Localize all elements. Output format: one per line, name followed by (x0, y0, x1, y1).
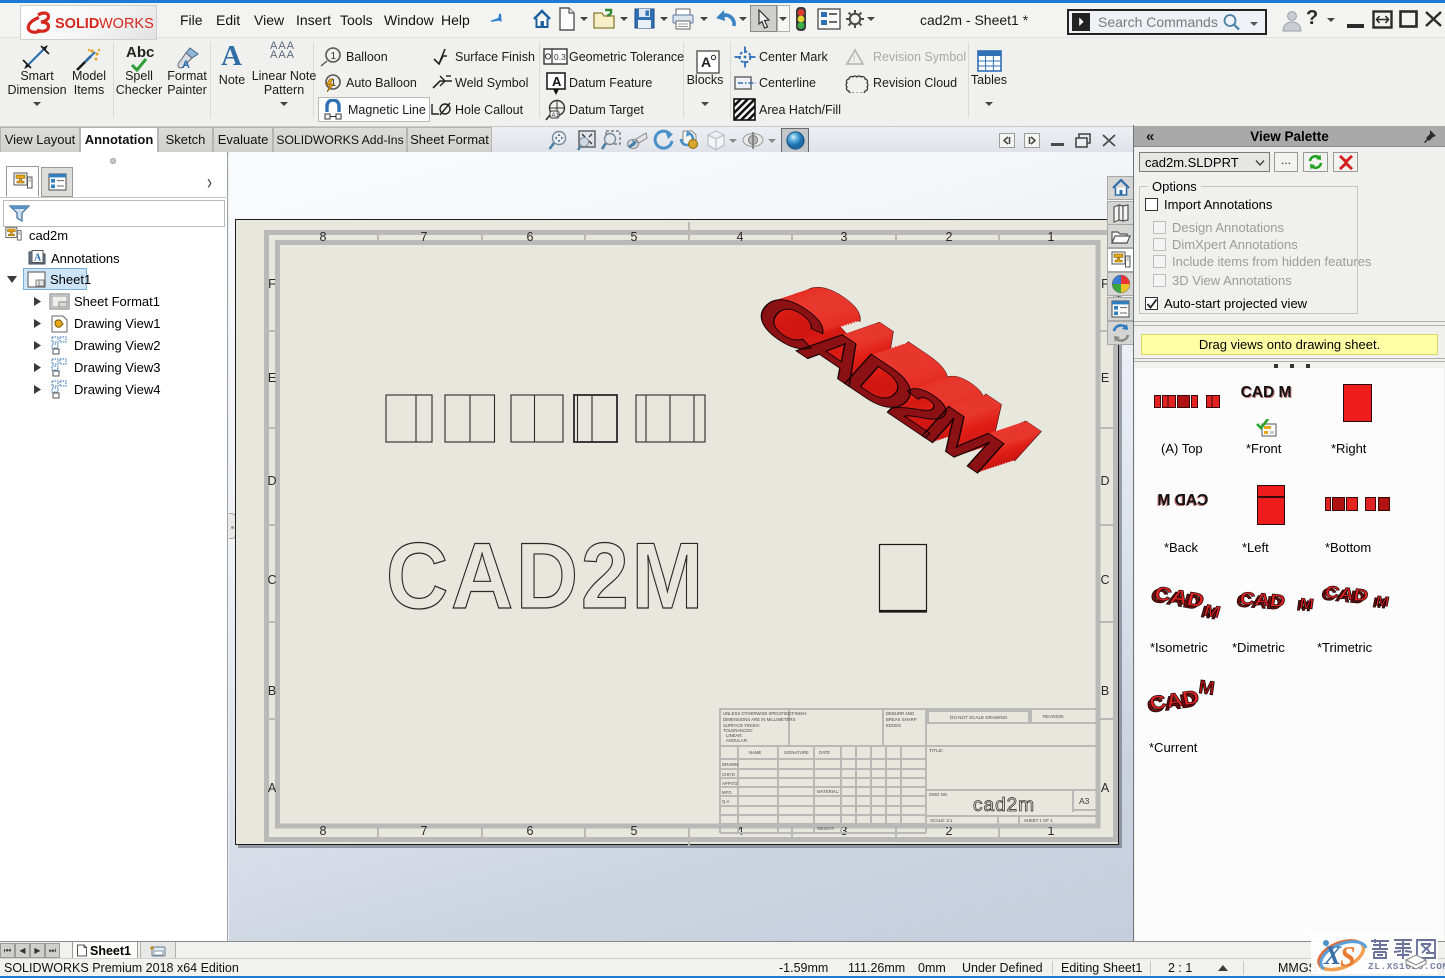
svg-text:A: A (701, 54, 711, 70)
svg-text:DO NOT SCALE DRAWING: DO NOT SCALE DRAWING (950, 715, 1008, 720)
svg-text:A3: A3 (1079, 796, 1090, 806)
svg-text:M: M (1197, 677, 1216, 700)
svg-text:DWG NO.: DWG NO. (929, 792, 948, 797)
svg-text:DEBURR AND: DEBURR AND (886, 711, 914, 716)
svg-text:0.3: 0.3 (554, 52, 566, 62)
svg-text:3: 3 (841, 230, 848, 244)
svg-text:FINISH:: FINISH: (792, 711, 807, 716)
svg-text:B: B (268, 684, 276, 698)
svg-text:CHK'D: CHK'D (722, 772, 735, 777)
svg-text:6: 6 (527, 824, 534, 838)
svg-text:MFG: MFG (722, 790, 732, 795)
svg-text:1: 1 (1048, 230, 1055, 244)
svg-text:D: D (1100, 474, 1109, 488)
svg-text:E: E (1101, 371, 1109, 385)
svg-text:DRAWN: DRAWN (722, 762, 738, 767)
svg-text:A: A (268, 781, 277, 795)
svg-text:TITLE:: TITLE: (929, 748, 943, 754)
svg-text:!: ! (853, 54, 856, 64)
svg-text:SIGNATURE: SIGNATURE (784, 750, 809, 755)
svg-text:MATERIAL:: MATERIAL: (817, 789, 839, 794)
svg-text:SCALE: 2:1: SCALE: 2:1 (930, 818, 953, 823)
svg-text:8: 8 (320, 824, 327, 838)
svg-text:5: 5 (631, 230, 638, 244)
svg-text:1: 1 (331, 51, 337, 62)
svg-text:WEIGHT:: WEIGHT: (817, 826, 835, 831)
svg-text:A: A (34, 253, 42, 264)
svg-text:B: B (1101, 684, 1109, 698)
svg-text:cad2m: cad2m (973, 795, 1035, 816)
svg-text:8: 8 (320, 230, 327, 244)
svg-text:Q.A: Q.A (722, 799, 730, 804)
svg-text:A: A (1101, 781, 1110, 795)
svg-text:CAD: CAD (1152, 582, 1207, 612)
svg-text:D: D (267, 474, 276, 488)
svg-text:M: M (1298, 596, 1314, 612)
svg-text:NAME: NAME (749, 750, 762, 755)
svg-text:S: S (1340, 942, 1356, 973)
svg-text:REVISION: REVISION (1043, 714, 1064, 719)
svg-text:CAD2M: CAD2M (386, 523, 706, 628)
svg-text:SHEET 1 OF 1: SHEET 1 OF 1 (1024, 818, 1053, 823)
svg-text:C: C (1100, 573, 1109, 587)
svg-text:APPV'D: APPV'D (722, 781, 737, 786)
svg-text:C: C (267, 573, 276, 587)
svg-text:5: 5 (631, 824, 638, 838)
svg-text:E: E (268, 371, 276, 385)
svg-text:7: 7 (421, 824, 428, 838)
svg-text:WORKS: WORKS (99, 16, 153, 32)
svg-text:7: 7 (421, 230, 428, 244)
svg-text:DATE: DATE (819, 750, 830, 755)
svg-text:SOLID: SOLID (55, 16, 99, 32)
svg-text:F: F (268, 277, 276, 291)
svg-text:6: 6 (527, 230, 534, 244)
svg-text:EDGES: EDGES (886, 723, 901, 728)
svg-text:2: 2 (946, 230, 953, 244)
svg-text:M: M (1374, 594, 1390, 610)
svg-text:DIMENSIONS ARE IN MILLIMETERS: DIMENSIONS ARE IN MILLIMETERS (723, 717, 795, 722)
svg-text:4: 4 (737, 230, 744, 244)
svg-text:UNLESS OTHERWISE SPECIFIED:: UNLESS OTHERWISE SPECIFIED: (723, 711, 792, 716)
svg-text:A: A (552, 74, 562, 89)
svg-text:A1: A1 (552, 113, 560, 119)
svg-text:BREAK SHARP: BREAK SHARP (886, 717, 917, 722)
svg-text:CAD: CAD (1238, 589, 1286, 612)
svg-text:ANGULAR:: ANGULAR: (726, 738, 748, 743)
